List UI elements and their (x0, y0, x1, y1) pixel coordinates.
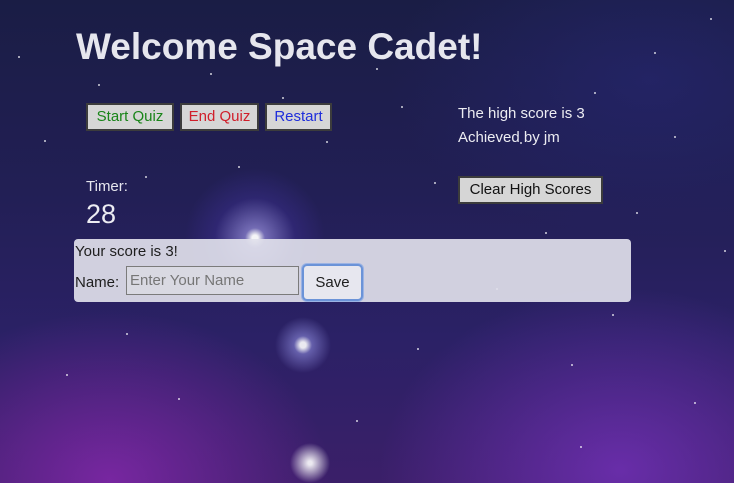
timer-label: Timer: (86, 178, 128, 195)
page-title: Welcome Space Cadet! (76, 26, 483, 67)
score-submission-panel: Your score is 3! Name: Save (74, 239, 631, 302)
name-label: Name: (75, 274, 120, 291)
high-score-text: The high score is 3 (458, 105, 585, 122)
timer-value: 28 (86, 199, 117, 229)
high-score-achiever: Achieved by jm (458, 129, 560, 146)
restart-button[interactable]: Restart (265, 103, 332, 131)
score-message: Your score is 3! (75, 243, 178, 260)
clear-high-scores-button[interactable]: Clear High Scores (458, 176, 603, 204)
start-quiz-button[interactable]: Start Quiz (86, 103, 174, 131)
save-button[interactable]: Save (302, 264, 363, 301)
end-quiz-button[interactable]: End Quiz (180, 103, 259, 131)
name-input[interactable] (126, 266, 299, 295)
